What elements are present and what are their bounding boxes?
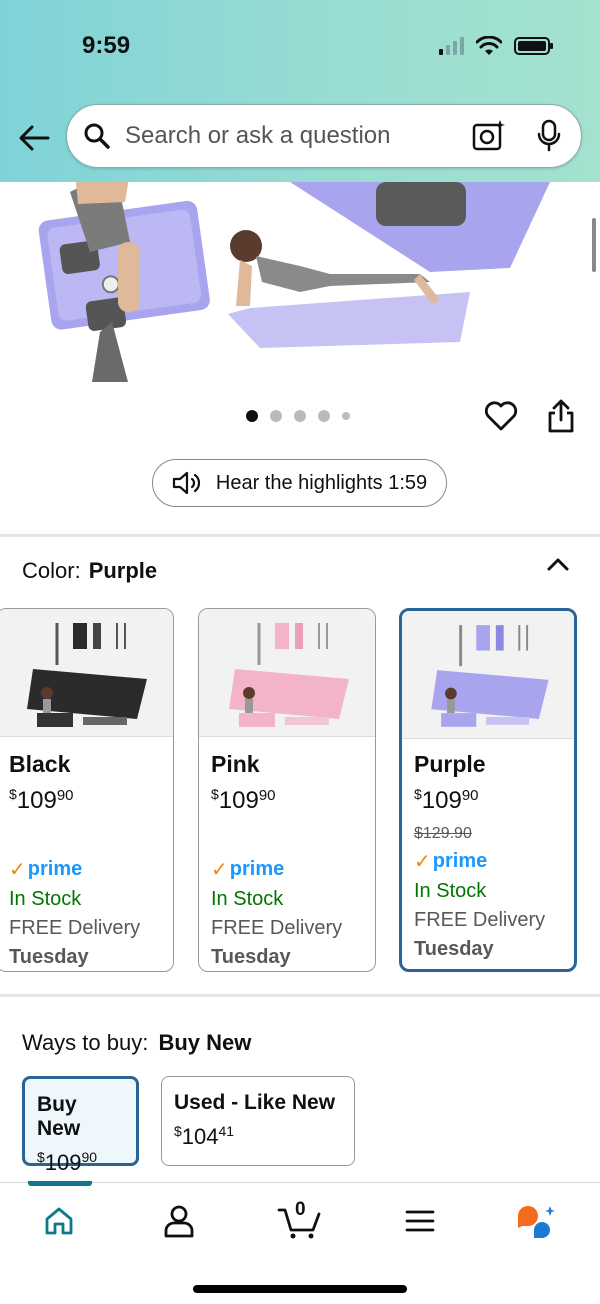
status-icons — [439, 36, 553, 56]
variant-price: $10990 — [211, 786, 276, 814]
variant-thumbnail — [199, 609, 375, 737]
prime-check-icon: ✓ — [211, 859, 228, 881]
color-label-text: Color: — [22, 558, 81, 583]
search-bar[interactable]: Search or ask a question — [66, 104, 582, 168]
divider — [0, 534, 600, 537]
delivery-day: Tuesday — [9, 946, 89, 968]
list-price: $129.90 — [414, 825, 472, 842]
variant-thumbnail — [402, 611, 574, 739]
ways-to-buy-text: Ways to buy: — [22, 1030, 149, 1055]
delivery-text: FREE Delivery — [9, 917, 141, 939]
product-image[interactable] — [0, 182, 600, 382]
variant-price: $10990 — [9, 786, 74, 814]
product-photo — [0, 182, 600, 382]
speaker-icon — [172, 471, 200, 495]
carousel-dot[interactable] — [342, 412, 350, 420]
selected-color-value: Purple — [88, 558, 158, 583]
cart-count: 0 — [295, 1199, 306, 1220]
nav-cart[interactable]: 0 — [276, 1199, 324, 1241]
used-like-new-option[interactable]: Used - Like New $10441 — [161, 1076, 355, 1166]
scroll-indicator — [592, 218, 596, 272]
color-option-purple[interactable]: Purple $10990 $129.90 ✓ prime In Stock FR… — [399, 608, 577, 972]
option-price: $10990 — [37, 1149, 98, 1175]
back-button[interactable] — [14, 118, 54, 158]
home-indicator-bar — [193, 1285, 407, 1293]
cellular-signal-icon — [439, 37, 464, 55]
variant-name: Pink — [211, 751, 260, 777]
search-icon — [84, 123, 110, 149]
camera-search-icon[interactable] — [471, 118, 507, 154]
wishlist-heart-icon[interactable] — [484, 400, 518, 432]
prime-check-icon: ✓ — [9, 859, 26, 881]
rufus-assistant-icon — [518, 1206, 555, 1238]
status-time: 9:59 — [82, 32, 131, 59]
chevron-up-icon[interactable] — [546, 556, 570, 572]
color-option-pink[interactable]: Pink $10990 ✓ prime In Stock FREE Deliver… — [198, 608, 376, 972]
variant-thumbnail — [0, 609, 173, 737]
prime-check-icon: ✓ — [414, 851, 431, 873]
stock-status: In Stock — [414, 880, 487, 902]
image-carousel-dots[interactable] — [246, 410, 350, 422]
prime-badge: ✓ prime — [9, 858, 83, 881]
search-input[interactable]: Search or ask a question — [125, 122, 471, 150]
nav-account[interactable] — [157, 1201, 201, 1241]
header: 9:59 Search or ask a question — [0, 0, 600, 182]
menu-icon — [405, 1210, 435, 1232]
back-arrow-icon — [19, 125, 50, 151]
ways-to-buy-selected: Buy New — [158, 1030, 252, 1055]
product-thumbnail — [431, 625, 549, 727]
product-thumbnail — [229, 623, 349, 727]
wifi-icon — [476, 36, 502, 55]
delivery-text: FREE Delivery — [414, 909, 546, 931]
bottom-navigation: 0 — [0, 1181, 600, 1304]
ways-to-buy-label: Ways to buy: Buy New — [22, 1030, 251, 1056]
carousel-dot[interactable] — [270, 410, 282, 422]
carousel-dot[interactable] — [318, 410, 330, 422]
color-option-black[interactable]: Black $10990 ✓ prime In Stock FREE Delive… — [0, 608, 174, 972]
carousel-dot[interactable] — [294, 410, 306, 422]
option-title: Used - Like New — [174, 1091, 336, 1114]
option-title: Buy New — [37, 1093, 81, 1140]
stock-status: In Stock — [211, 888, 284, 910]
product-thumbnail — [27, 623, 147, 727]
hear-highlights-label: Hear the highlights 1:59 — [215, 471, 428, 494]
delivery-day: Tuesday — [414, 938, 494, 960]
buy-new-option[interactable]: Buy New $10990 — [22, 1076, 139, 1175]
delivery-day: Tuesday — [211, 946, 291, 968]
active-tab-indicator — [28, 1181, 92, 1186]
microphone-icon[interactable] — [535, 119, 563, 153]
delivery-text: FREE Delivery — [211, 917, 343, 939]
share-icon[interactable] — [546, 398, 576, 434]
prime-badge: ✓ prime — [211, 858, 285, 881]
prime-badge: ✓ prime — [414, 850, 488, 873]
stock-status: In Stock — [9, 888, 82, 910]
nav-menu[interactable] — [398, 1201, 442, 1241]
color-selector-label: Color: Purple — [22, 558, 157, 584]
carousel-dot[interactable] — [246, 410, 258, 422]
nav-rufus[interactable] — [514, 1201, 558, 1241]
variant-name: Black — [9, 751, 71, 777]
battery-icon — [514, 37, 553, 55]
home-icon — [45, 1207, 73, 1235]
option-price: $10441 — [174, 1123, 235, 1149]
hear-highlights-button[interactable]: Hear the highlights 1:59 — [152, 459, 447, 507]
person-icon — [164, 1205, 194, 1238]
variant-name: Purple — [414, 751, 486, 777]
nav-home[interactable] — [37, 1201, 81, 1241]
variant-price: $10990 — [414, 786, 479, 814]
divider — [0, 994, 600, 997]
